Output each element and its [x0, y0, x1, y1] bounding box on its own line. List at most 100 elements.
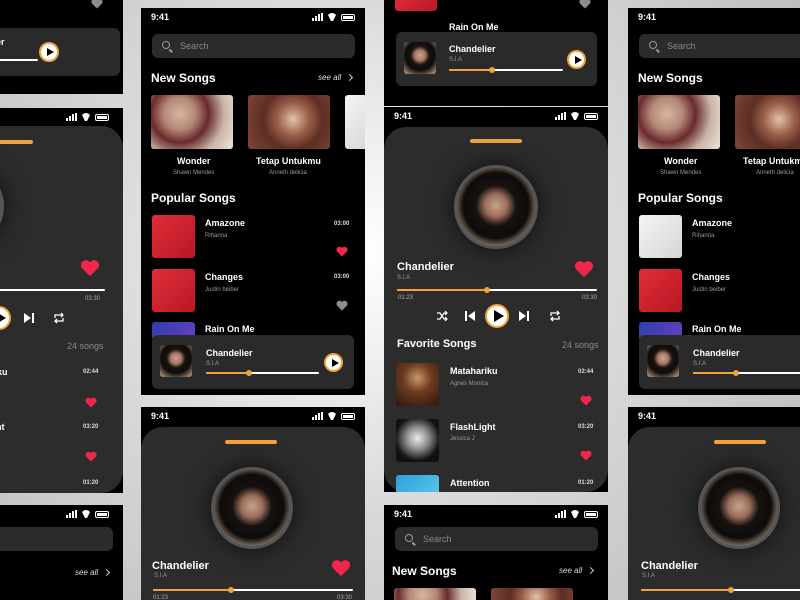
see-all-link[interactable]: see all: [559, 566, 595, 575]
shuffle-icon[interactable]: [436, 310, 448, 322]
now-playing-artist: S.I.A: [642, 573, 656, 579]
album-disc: [211, 467, 293, 549]
repeat-icon[interactable]: [549, 310, 561, 322]
album-cover[interactable]: [638, 95, 720, 149]
heart-icon[interactable]: [85, 451, 97, 462]
heart-icon[interactable]: [331, 559, 351, 577]
album-cover[interactable]: [152, 269, 195, 312]
search-input[interactable]: Search: [152, 34, 355, 58]
play-icon[interactable]: [567, 50, 586, 69]
progress-bar[interactable]: [397, 287, 597, 293]
mini-player[interactable]: Chandelier S.I.A: [152, 335, 354, 389]
progress-bar[interactable]: [0, 289, 105, 291]
status-bar: 9:41: [628, 8, 800, 28]
song-title: Rain On Me: [692, 324, 742, 334]
new-song-title: Tetap Untukmu: [256, 156, 321, 166]
new-songs-heading: New Songs: [638, 71, 703, 85]
drag-handle[interactable]: [714, 440, 766, 444]
search-input[interactable]: Search: [639, 34, 800, 58]
elapsed-time: 01:23: [398, 295, 414, 301]
mini-player-artist: S.I.A: [449, 57, 463, 63]
mini-player[interactable]: Chandelier: [0, 28, 120, 76]
song-title: FlashLight: [450, 422, 496, 432]
player-screen-bottom: 9:41 Chandelier S.I.A 01:23 03:30: [141, 407, 365, 600]
right-player-screen: 9:41 Chandelier S.I.A: [628, 407, 800, 600]
heart-icon[interactable]: [580, 450, 592, 461]
now-playing-title: Chandelier: [641, 560, 698, 572]
album-cover[interactable]: [639, 215, 682, 258]
song-artist: Justin beiber: [205, 287, 240, 293]
heart-icon[interactable]: [579, 0, 591, 9]
song-artist: Jessica J: [450, 436, 475, 442]
battery-icon: [95, 113, 109, 121]
album-cover[interactable]: [394, 588, 476, 600]
mini-player-progress[interactable]: [206, 370, 319, 376]
search-placeholder: Search: [667, 41, 696, 51]
mini-player-title: Chandelier: [693, 348, 740, 358]
song-artist: Agnes Monica: [450, 381, 489, 387]
heart-icon[interactable]: [91, 0, 103, 9]
song-title: Changes: [692, 272, 731, 282]
song-title: ariku: [0, 367, 8, 377]
heart-icon[interactable]: [574, 260, 594, 278]
album-cover[interactable]: [639, 269, 682, 312]
album-cover[interactable]: [151, 95, 233, 149]
signal-icon: [312, 13, 323, 21]
favorite-count: 24 songs: [67, 341, 104, 351]
battery-icon: [341, 13, 355, 21]
heart-icon[interactable]: [336, 246, 348, 257]
see-all-link[interactable]: see all: [318, 73, 354, 82]
see-all-link[interactable]: see all: [75, 568, 111, 577]
play-icon[interactable]: [485, 304, 509, 328]
song-duration: 02:44: [83, 369, 99, 375]
favorite-count: 24 songs: [562, 340, 599, 350]
album-cover[interactable]: [396, 419, 439, 462]
album-cover[interactable]: [735, 95, 800, 149]
song-artist: Rihanna: [205, 233, 228, 239]
search-input[interactable]: [0, 527, 113, 551]
search-placeholder: Search: [180, 41, 209, 51]
left-phone-top: Chandelier: [0, 0, 123, 94]
status-bar: [0, 108, 123, 128]
play-icon[interactable]: [0, 306, 11, 330]
play-icon[interactable]: [324, 353, 343, 372]
progress-bar[interactable]: [153, 587, 353, 593]
previous-icon[interactable]: [464, 310, 476, 322]
progress-bar[interactable]: [641, 587, 800, 593]
album-cover[interactable]: [345, 95, 365, 149]
heart-icon[interactable]: [580, 395, 592, 406]
next-icon[interactable]: [518, 310, 530, 322]
total-time: 03:30: [582, 295, 598, 301]
song-title: Matahariku: [450, 366, 498, 376]
drag-handle[interactable]: [470, 139, 522, 143]
drag-handle[interactable]: [225, 440, 277, 444]
repeat-icon[interactable]: [53, 312, 65, 324]
mini-player[interactable]: Chandelier S.I.A: [639, 335, 800, 389]
album-cover[interactable]: [248, 95, 330, 149]
signal-icon: [555, 510, 566, 518]
player-card: Chandelier S.I.A: [628, 427, 800, 600]
drag-handle[interactable]: [0, 140, 33, 144]
next-icon[interactable]: [23, 312, 35, 324]
album-cover[interactable]: [152, 215, 195, 258]
player-card: Chandelier S.I.A 01:23 03:30 Favorite So…: [384, 127, 608, 492]
search-input[interactable]: Search: [395, 527, 598, 551]
home-screen-bottom: 9:41 Search New Songs see all: [384, 505, 608, 600]
heart-icon[interactable]: [85, 397, 97, 408]
mini-player-progress[interactable]: [0, 59, 38, 61]
play-icon[interactable]: [39, 42, 59, 62]
album-cover[interactable]: [395, 0, 437, 11]
mini-player-progress[interactable]: [693, 370, 800, 376]
song-duration: 03:20: [83, 424, 99, 430]
album-cover[interactable]: [396, 475, 439, 492]
player-screen: 9:41 Chandelier S.I.A 01:23 03:30 Favori…: [384, 107, 608, 492]
album-cover[interactable]: [491, 588, 573, 600]
song-duration: 03:00: [334, 221, 350, 227]
mini-player-progress[interactable]: [449, 67, 563, 73]
heart-icon[interactable]: [80, 259, 100, 277]
status-bar: 9:41: [384, 107, 608, 127]
album-cover[interactable]: [396, 363, 439, 406]
heart-icon[interactable]: [336, 300, 348, 311]
song-duration: 01:20: [578, 480, 594, 486]
mini-player[interactable]: Chandelier S.I.A: [396, 32, 597, 86]
